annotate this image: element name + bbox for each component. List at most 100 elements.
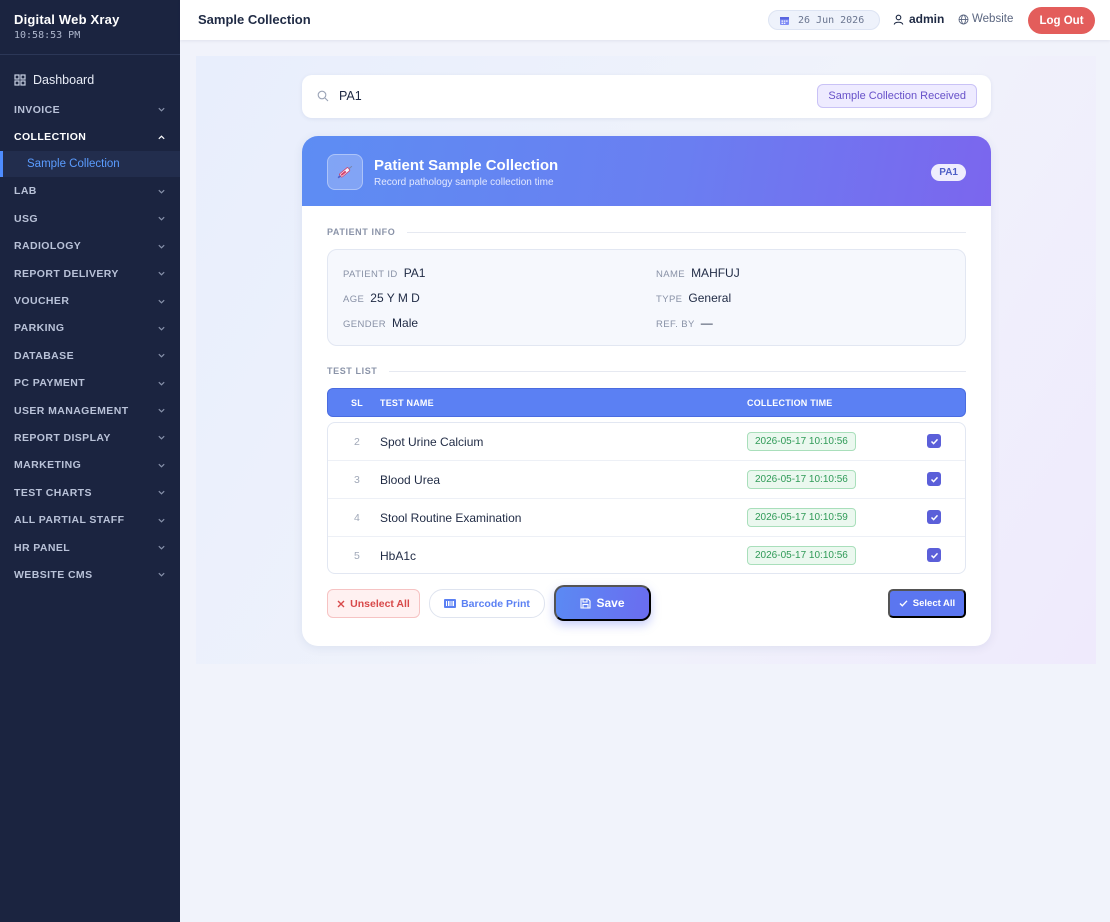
chevron-down-icon xyxy=(158,299,165,304)
sidebar-item-label: WEBSITE CMS xyxy=(14,568,93,581)
button-label: Unselect All xyxy=(350,597,410,610)
table-row[interactable]: 3 Blood Urea 2026-05-17 10:10:56 xyxy=(328,461,965,499)
sidebar-item-label: TEST CHARTS xyxy=(14,486,92,499)
sidebar-item-report-delivery[interactable]: REPORT DELIVERY xyxy=(0,260,180,287)
sidebar-item-label: USG xyxy=(14,212,38,225)
row-checkbox[interactable] xyxy=(927,472,941,486)
sidebar-item-collection[interactable]: COLLECTION xyxy=(0,123,180,150)
sidebar-item-label: MARKETING xyxy=(14,459,82,472)
sidebar-item-user-management[interactable]: USER MANAGEMENT xyxy=(0,397,180,424)
row-checkbox[interactable] xyxy=(927,548,941,562)
syringe-icon xyxy=(327,154,363,190)
info-value: — xyxy=(700,316,713,330)
info-value: 25 Y M D xyxy=(370,291,420,305)
info-type: TYPE General xyxy=(656,291,731,305)
row-test-name: Stool Routine Examination xyxy=(380,511,522,525)
sidebar-item-label: RADIOLOGY xyxy=(14,240,82,253)
row-sl: 5 xyxy=(354,550,360,562)
sidebar-item-all-partial-staff[interactable]: ALL PARTIAL STAFF xyxy=(0,506,180,533)
info-value: MAHFUJ xyxy=(691,266,740,280)
sidebar-item-website-cms[interactable]: WEBSITE CMS xyxy=(0,561,180,588)
sidebar-item-label: REPORT DELIVERY xyxy=(14,267,119,280)
sidebar-item-label: INVOICE xyxy=(14,103,60,116)
table-row[interactable]: 5 HbA1c 2026-05-17 10:10:56 xyxy=(328,537,965,575)
info-value: General xyxy=(688,291,732,305)
sidebar-item-usg[interactable]: USG xyxy=(0,205,180,232)
user-icon xyxy=(893,14,904,25)
save-button[interactable]: Save xyxy=(554,585,651,621)
sidebar-item-label: COLLECTION xyxy=(14,131,87,144)
sidebar-item-marketing[interactable]: MARKETING xyxy=(0,452,180,479)
sidebar-item-pc-payment[interactable]: PC PAYMENT xyxy=(0,370,180,397)
info-value: Male xyxy=(392,316,419,330)
info-patient-id: PATIENT ID PA1 xyxy=(343,266,425,280)
logout-button[interactable]: Log Out xyxy=(1028,7,1095,34)
row-collection-time: 2026-05-17 10:10:56 xyxy=(747,432,856,451)
info-key: NAME xyxy=(656,269,686,280)
sidebar-item-label: ALL PARTIAL STAFF xyxy=(14,514,125,527)
dashboard-grid-icon xyxy=(14,74,26,86)
card-title: Patient Sample Collection xyxy=(374,157,559,174)
table-row[interactable]: 2 Spot Urine Calcium 2026-05-17 10:10:56 xyxy=(328,423,965,461)
row-test-name: HbA1c xyxy=(380,549,417,563)
date-display: 26 Jun 2026 xyxy=(768,10,880,30)
info-key: AGE xyxy=(343,294,365,305)
sample-collection-card: Patient Sample Collection Record patholo… xyxy=(302,136,991,646)
card-subtitle: Record pathology sample collection time xyxy=(374,177,554,188)
sidebar-item-hr-panel[interactable]: HR PANEL xyxy=(0,534,180,561)
topbar: Sample Collection 26 Jun 2026 admin Webs… xyxy=(180,0,1110,40)
sidebar-item-report-display[interactable]: REPORT DISPLAY xyxy=(0,424,180,451)
close-icon xyxy=(337,600,345,607)
section-label-test-list: TEST LIST xyxy=(327,366,966,376)
sidebar-item-label: DATABASE xyxy=(14,349,74,362)
chevron-down-icon xyxy=(158,491,165,495)
sidebar-subitem-sample-collection[interactable]: Sample Collection xyxy=(0,150,180,177)
table-row[interactable]: 4 Stool Routine Examination 2026-05-17 1… xyxy=(328,499,965,537)
chevron-down-icon xyxy=(158,107,165,112)
select-all-button[interactable]: Select All xyxy=(888,589,966,618)
check-icon xyxy=(930,438,938,445)
column-header-collection-time: COLLECTION TIME xyxy=(747,398,833,408)
sidebar-item-voucher[interactable]: VOUCHER xyxy=(0,287,180,314)
row-sl: 3 xyxy=(354,474,360,486)
info-key: TYPE xyxy=(656,294,683,305)
info-ref-by: REF. BY — xyxy=(656,316,713,330)
sidebar-item-label: HR PANEL xyxy=(14,541,71,554)
chevron-up-icon xyxy=(158,134,165,139)
search-bar: Sample Collection Received xyxy=(302,75,991,118)
sidebar: Digital Web Xray 10:58:53 PM Dashboard I… xyxy=(0,0,180,922)
patient-info-box: PATIENT ID PA1 NAME MAHFUJ AGE 25 Y M D … xyxy=(327,249,966,346)
chevron-down-icon xyxy=(158,381,165,386)
page-title: Sample Collection xyxy=(198,12,311,27)
unselect-all-button[interactable]: Unselect All xyxy=(327,589,420,618)
user-menu[interactable]: admin xyxy=(893,12,944,26)
sidebar-item-parking[interactable]: PARKING xyxy=(0,315,180,342)
sidebar-item-invoice[interactable]: INVOICE xyxy=(0,96,180,123)
sidebar-item-label: LAB xyxy=(14,185,37,198)
row-test-name: Spot Urine Calcium xyxy=(380,435,484,449)
row-collection-time: 2026-05-17 10:10:56 xyxy=(747,470,856,489)
button-label: Save xyxy=(596,596,625,610)
section-label-text: TEST LIST xyxy=(327,366,378,376)
chevron-down-icon xyxy=(158,326,165,331)
website-link[interactable]: Website xyxy=(958,13,1013,25)
search-input[interactable] xyxy=(339,86,779,106)
barcode-print-button[interactable]: Barcode Print xyxy=(429,589,545,618)
sidebar-item-radiology[interactable]: RADIOLOGY xyxy=(0,233,180,260)
row-checkbox[interactable] xyxy=(927,434,941,448)
section-label-patient-info: PATIENT INFO xyxy=(327,227,966,237)
sidebar-item-lab[interactable]: LAB xyxy=(0,178,180,205)
row-checkbox[interactable] xyxy=(927,510,941,524)
test-table: 2 Spot Urine Calcium 2026-05-17 10:10:56… xyxy=(327,422,966,574)
test-table-header: SL TEST NAME COLLECTION TIME xyxy=(327,388,966,417)
chevron-down-icon xyxy=(158,189,165,194)
sidebar-item-test-charts[interactable]: TEST CHARTS xyxy=(0,479,180,506)
date-text: 26 Jun 2026 xyxy=(798,14,865,26)
sidebar-item-label: Dashboard xyxy=(33,73,95,87)
brand-name: Digital Web Xray xyxy=(14,12,120,27)
clock: 10:58:53 PM xyxy=(14,30,81,41)
globe-icon xyxy=(958,14,969,24)
sidebar-item-dashboard[interactable]: Dashboard xyxy=(0,64,180,96)
sidebar-item-label: PC PAYMENT xyxy=(14,377,86,390)
sidebar-item-database[interactable]: DATABASE xyxy=(0,342,180,369)
